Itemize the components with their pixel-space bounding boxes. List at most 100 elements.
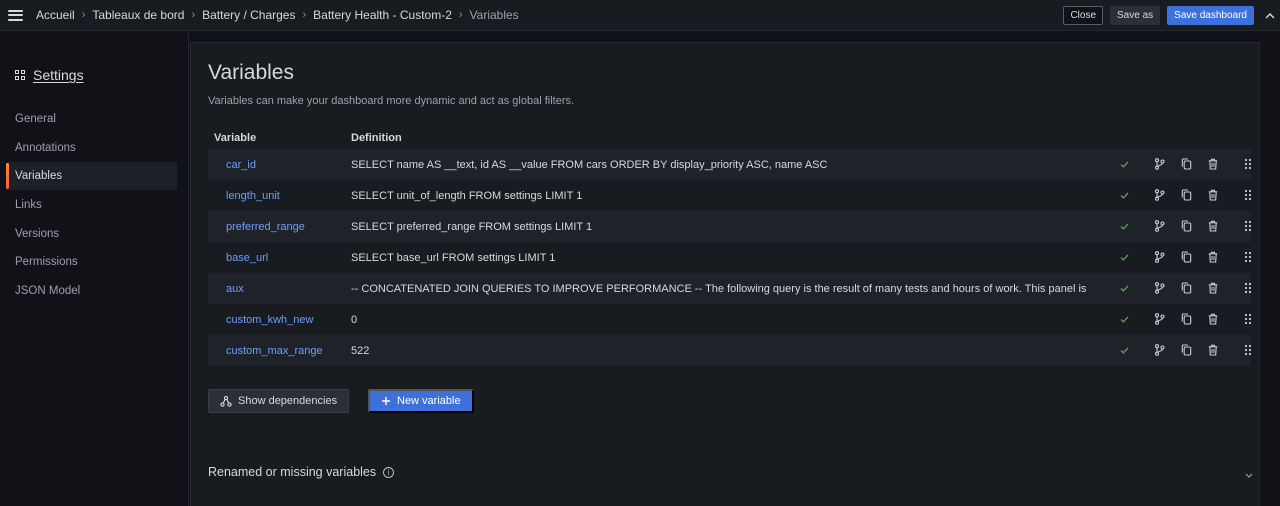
save-as-button[interactable]: Save as bbox=[1110, 6, 1161, 25]
variable-definition: SELECT name AS __text, id AS __value FRO… bbox=[351, 158, 828, 171]
table-row: custom_max_range 522 bbox=[208, 335, 1252, 366]
trash-icon[interactable] bbox=[1206, 343, 1220, 357]
chevron-down-icon[interactable] bbox=[1245, 470, 1253, 480]
branch-icon[interactable] bbox=[1152, 281, 1166, 295]
drag-handle-icon[interactable] bbox=[1241, 281, 1255, 295]
sidebar-item-links[interactable]: Links bbox=[6, 191, 177, 219]
table-row: custom_kwh_new 0 bbox=[208, 304, 1252, 335]
sidebar-item-permissions[interactable]: Permissions bbox=[6, 248, 177, 276]
variable-name-link[interactable]: length_unit bbox=[208, 190, 345, 202]
drag-handle-icon[interactable] bbox=[1241, 219, 1255, 233]
renamed-missing-section[interactable]: Renamed or missing variables i bbox=[208, 465, 395, 479]
check-icon bbox=[1117, 188, 1131, 202]
variables-table: Variable Definition car_id SELECT name AS… bbox=[208, 127, 1252, 366]
branch-icon[interactable] bbox=[1152, 188, 1166, 202]
plus-icon bbox=[381, 396, 391, 406]
drag-handle-icon[interactable] bbox=[1241, 188, 1255, 202]
menu-icon[interactable] bbox=[8, 9, 23, 21]
chevron-right-icon: › bbox=[81, 9, 86, 21]
variable-definition: -- CONCATENATED JOIN QUERIES TO IMPROVE … bbox=[351, 282, 1087, 295]
variable-name-link[interactable]: aux bbox=[208, 283, 345, 295]
chevron-right-icon: › bbox=[191, 9, 196, 21]
dependencies-icon bbox=[220, 395, 232, 407]
settings-nav: General Annotations Variables Links Vers… bbox=[6, 105, 177, 306]
variable-name-link[interactable]: car_id bbox=[208, 159, 345, 171]
sidebar-item-json-model[interactable]: JSON Model bbox=[6, 277, 177, 305]
trash-icon[interactable] bbox=[1206, 312, 1220, 326]
table-row: car_id SELECT name AS __text, id AS __val… bbox=[208, 149, 1252, 180]
top-bar: Accueil › Tableaux de bord › Battery / C… bbox=[0, 0, 1280, 31]
copy-icon[interactable] bbox=[1179, 157, 1193, 171]
settings-header: Settings bbox=[15, 67, 84, 83]
page-subtitle: Variables can make your dashboard more d… bbox=[208, 95, 575, 107]
breadcrumb-dashboards[interactable]: Tableaux de bord bbox=[92, 8, 184, 22]
copy-icon[interactable] bbox=[1179, 219, 1193, 233]
trash-icon[interactable] bbox=[1206, 188, 1220, 202]
variable-definition: SELECT base_url FROM settings LIMIT 1 bbox=[351, 251, 556, 264]
variable-definition: SELECT unit_of_length FROM settings LIMI… bbox=[351, 189, 583, 202]
trash-icon[interactable] bbox=[1206, 219, 1220, 233]
column-header-variable: Variable bbox=[214, 132, 257, 144]
settings-title[interactable]: Settings bbox=[33, 67, 84, 83]
breadcrumb-folder[interactable]: Battery / Charges bbox=[202, 8, 295, 22]
table-row: preferred_range SELECT preferred_range FR… bbox=[208, 211, 1252, 242]
copy-icon[interactable] bbox=[1179, 281, 1193, 295]
variables-panel: Variables Variables can make your dashbo… bbox=[190, 42, 1260, 506]
copy-icon[interactable] bbox=[1179, 250, 1193, 264]
copy-icon[interactable] bbox=[1179, 312, 1193, 326]
sidebar-item-annotations[interactable]: Annotations bbox=[6, 134, 177, 162]
breadcrumb-home[interactable]: Accueil bbox=[36, 8, 75, 22]
copy-icon[interactable] bbox=[1179, 343, 1193, 357]
branch-icon[interactable] bbox=[1152, 250, 1166, 264]
chevron-up-icon[interactable] bbox=[1262, 8, 1278, 24]
table-row: base_url SELECT base_url FROM settings LI… bbox=[208, 242, 1252, 273]
variable-definition: 0 bbox=[351, 313, 358, 326]
variable-name-link[interactable]: preferred_range bbox=[208, 221, 345, 233]
table-row: length_unit SELECT unit_of_length FROM se… bbox=[208, 180, 1252, 211]
check-icon bbox=[1117, 157, 1131, 171]
trash-icon[interactable] bbox=[1206, 281, 1220, 295]
show-dependencies-label: Show dependencies bbox=[238, 395, 338, 407]
show-dependencies-button[interactable]: Show dependencies bbox=[208, 389, 350, 413]
breadcrumb: Accueil › Tableaux de bord › Battery / C… bbox=[36, 8, 519, 22]
new-variable-label: New variable bbox=[397, 395, 461, 407]
check-icon bbox=[1117, 281, 1131, 295]
drag-handle-icon[interactable] bbox=[1241, 157, 1255, 171]
renamed-missing-label: Renamed or missing variables bbox=[208, 465, 377, 479]
save-dashboard-button[interactable]: Save dashboard bbox=[1167, 6, 1254, 25]
settings-sidebar: Settings General Annotations Variables L… bbox=[0, 32, 189, 506]
trash-icon[interactable] bbox=[1206, 157, 1220, 171]
copy-icon[interactable] bbox=[1179, 188, 1193, 202]
breadcrumb-current: Variables bbox=[469, 8, 519, 22]
chevron-right-icon: › bbox=[302, 9, 307, 21]
drag-handle-icon[interactable] bbox=[1241, 343, 1255, 357]
page-title: Variables bbox=[208, 61, 294, 84]
new-variable-button[interactable]: New variable bbox=[368, 389, 474, 413]
close-button[interactable]: Close bbox=[1063, 6, 1104, 25]
check-icon bbox=[1117, 219, 1131, 233]
trash-icon[interactable] bbox=[1206, 250, 1220, 264]
variable-name-link[interactable]: custom_kwh_new bbox=[208, 314, 345, 326]
branch-icon[interactable] bbox=[1152, 219, 1166, 233]
variable-name-link[interactable]: base_url bbox=[208, 252, 345, 264]
variable-name-link[interactable]: custom_max_range bbox=[208, 345, 345, 357]
sidebar-item-general[interactable]: General bbox=[6, 105, 177, 133]
check-icon bbox=[1117, 250, 1131, 264]
table-row: aux -- CONCATENATED JOIN QUERIES TO IMPRO… bbox=[208, 273, 1252, 304]
branch-icon[interactable] bbox=[1152, 312, 1166, 326]
variable-definition: 522 bbox=[351, 344, 370, 357]
drag-handle-icon[interactable] bbox=[1241, 250, 1255, 264]
variable-definition: SELECT preferred_range FROM settings LIM… bbox=[351, 220, 593, 233]
table-header: Variable Definition bbox=[208, 127, 1251, 149]
check-icon bbox=[1117, 312, 1131, 326]
info-icon[interactable]: i bbox=[383, 466, 395, 478]
sidebar-item-variables[interactable]: Variables bbox=[6, 162, 177, 191]
check-icon bbox=[1117, 343, 1131, 357]
sidebar-item-versions[interactable]: Versions bbox=[6, 220, 177, 248]
chevron-right-icon: › bbox=[458, 9, 463, 21]
breadcrumb-dashboard[interactable]: Battery Health - Custom-2 bbox=[313, 8, 452, 22]
column-header-definition: Definition bbox=[351, 132, 402, 144]
branch-icon[interactable] bbox=[1152, 157, 1166, 171]
branch-icon[interactable] bbox=[1152, 343, 1166, 357]
drag-handle-icon[interactable] bbox=[1241, 312, 1255, 326]
